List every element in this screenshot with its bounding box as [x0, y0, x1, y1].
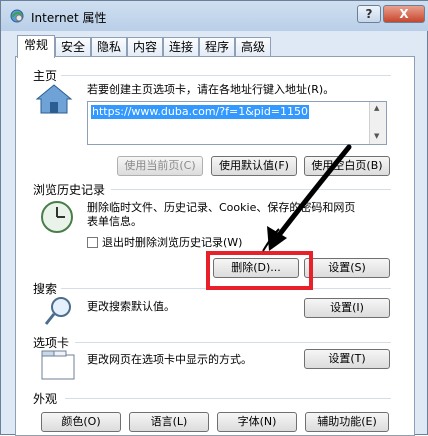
internet-options-window: Internet 属性 ? X 常规 安全 隐私 内容 连接 程序 高级 主页 …: [0, 0, 428, 436]
tab-general[interactable]: 常规: [17, 35, 55, 58]
annotation-arrow: [262, 144, 352, 252]
